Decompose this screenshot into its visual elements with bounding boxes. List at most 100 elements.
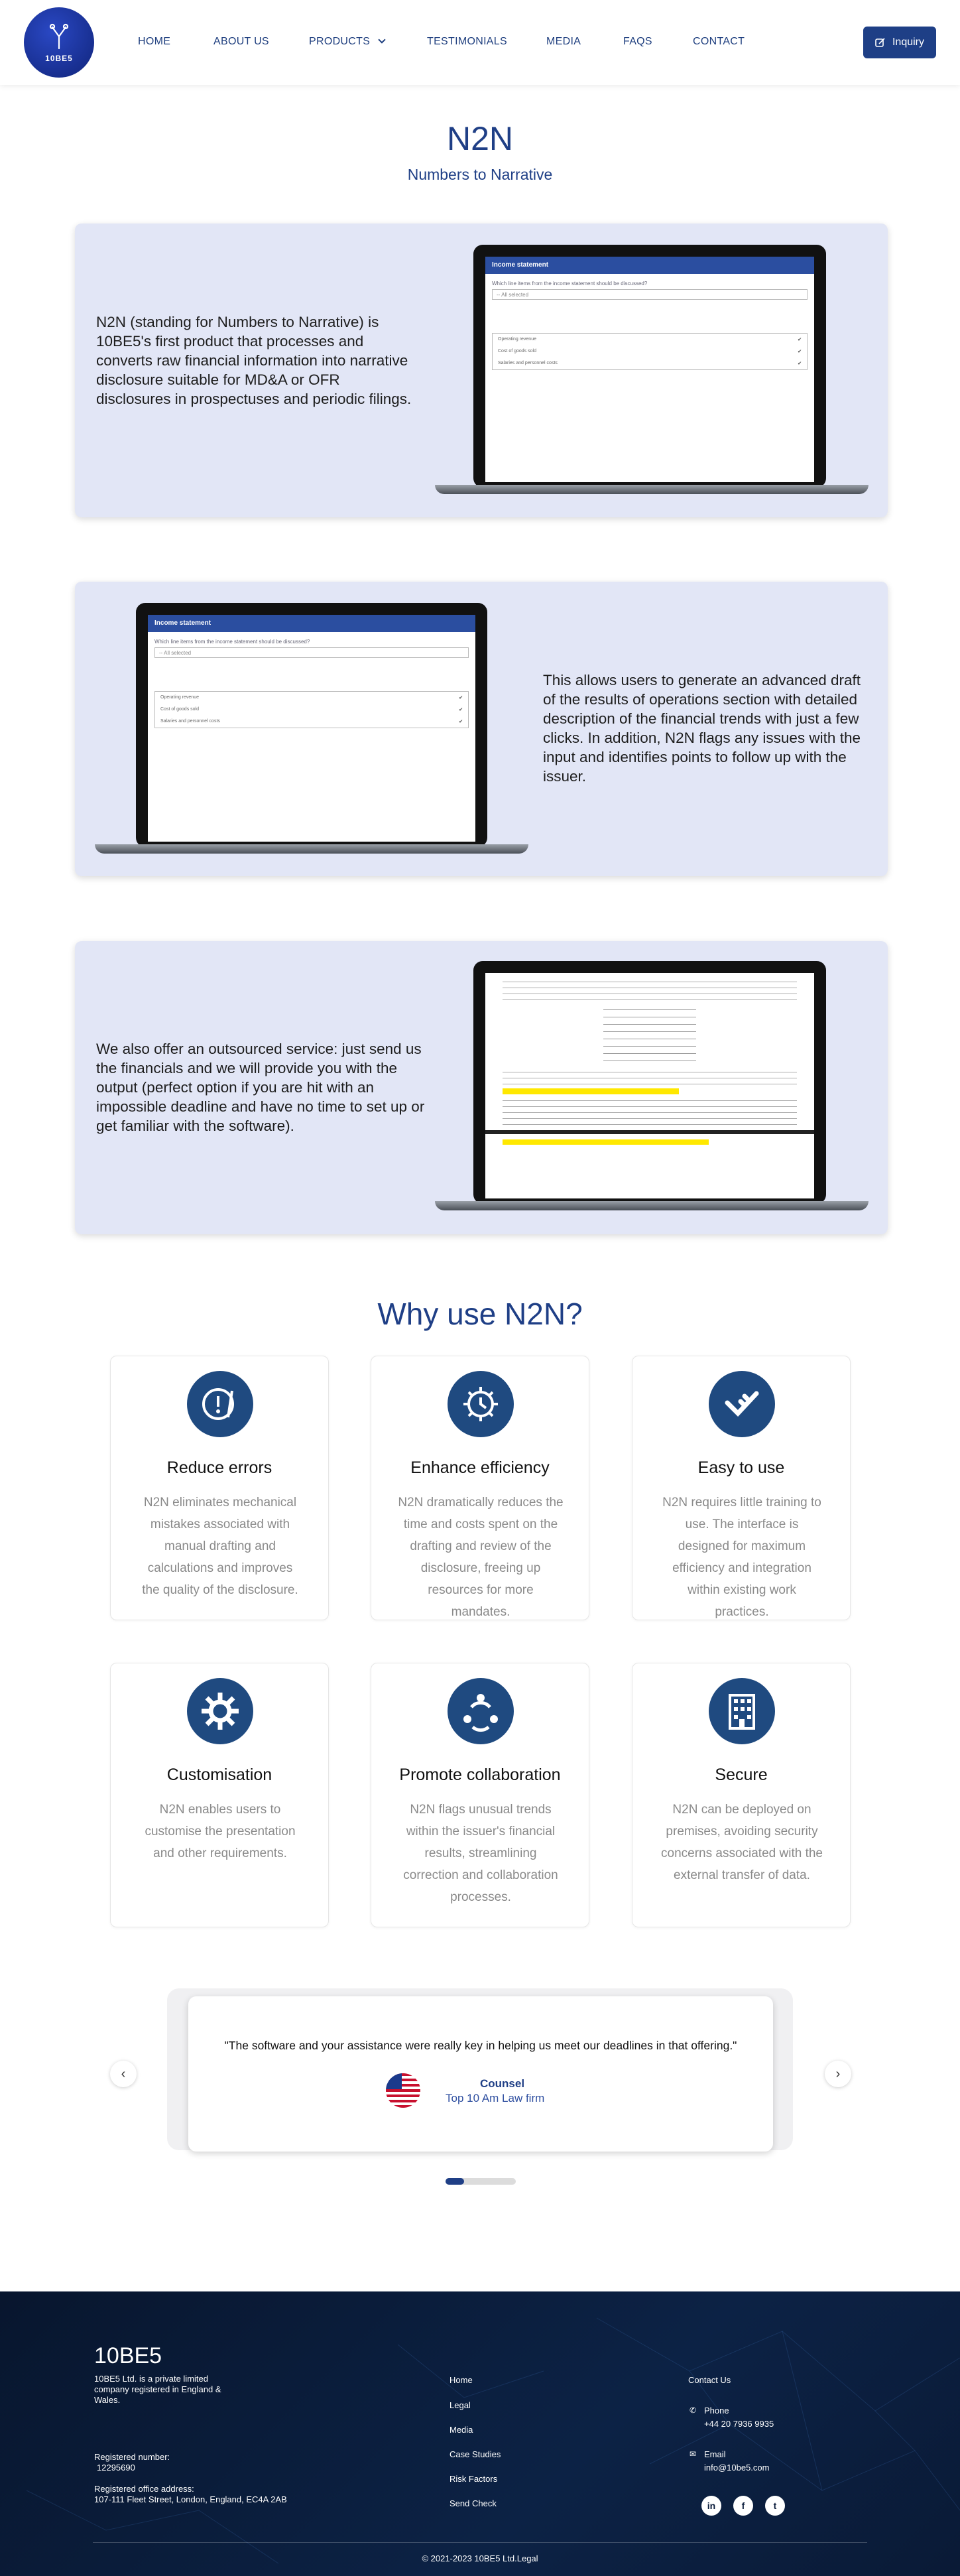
why-section-title: Why use N2N? [377,1297,583,1331]
chevron-down-icon [378,36,386,44]
alert-icon [187,1371,253,1437]
footer-office-address: 107-111 Fleet Street, London, England, E… [94,2494,287,2504]
mockup-option: Salaries and personnel costs ✔ [160,719,463,724]
cog-icon [187,1678,253,1744]
income-statement-screen: Income statement Which line items from t… [485,257,814,482]
footer-office-label: Registered office address: [94,2484,194,2494]
footer-email-label: Email [704,2449,726,2459]
footer-phone-label: Phone [704,2406,729,2415]
page-title: N2N [446,120,514,157]
feature-panel-1: N2N (standing for Numbers to Narrative) … [75,224,888,517]
edit-icon [875,38,885,47]
mockup-dropdown: -- All selected [492,289,808,300]
building-icon [709,1678,775,1744]
benefit-card-reduce-errors: Reduce errors N2N eliminates mechanical … [110,1356,329,1620]
feature-panel-2: Income statement Which line items from t… [75,582,888,876]
footer-divider [93,2542,867,2543]
logo-text: 10BE5 [45,54,73,63]
mockup-dropdown: -- All selected [154,647,469,658]
mockup-option: Operating revenue ✔ [160,695,463,700]
footer-reg-number: 12295690 [97,2463,135,2473]
benefit-card-customisation: Customisation N2N enables users to custo… [110,1663,329,1927]
company-logo[interactable]: 10BE5 [24,7,94,78]
card-description: N2N dramatically reduces the time and co… [398,1496,564,1619]
twitter-icon[interactable]: t [765,2496,785,2516]
laptop-mockup-1: Income statement Which line items from t… [435,245,869,497]
testimonial-author: Counsel [480,2077,525,2090]
footer-link-risk-factors[interactable]: Risk Factors [450,2474,497,2484]
card-title: Easy to use [697,1458,785,1477]
mockup-options: Operating revenue ✔ Cost of goods sold ✔ S… [154,691,469,728]
footer-brand: 10BE5 [94,2343,162,2368]
footer-link-send-check[interactable]: Send Check [450,2498,497,2508]
carousel-next-button[interactable]: › [825,2061,851,2087]
email-icon: ✉ [690,2449,697,2459]
income-statement-bar: Income statement [148,615,475,632]
mockup-option: Operating revenue ✔ [498,337,802,342]
footer-link-media[interactable]: Media [450,2425,473,2435]
card-description: N2N flags unusual trends within the issu… [403,1803,558,1904]
top-navbar: 10BE5 HOME ABOUT US PRODUCTS TESTIMONIAL… [0,0,960,85]
nav-contact[interactable]: CONTACT [693,36,745,48]
income-statement-screen: Income statement Which line items from t… [148,615,475,842]
testimonial-card: "The software and your assistance were r… [188,1996,773,2152]
network-background-graphic [26,2317,960,2564]
nav-testimonials[interactable]: TESTIMONIALS [427,36,507,48]
card-title: Reduce errors [166,1458,272,1477]
card-title: Promote collaboration [399,1766,561,1784]
chevron-left-icon: ‹ [121,2066,126,2081]
footer-email[interactable]: info@10be5.com [704,2463,769,2473]
carousel-active-dot [446,2178,464,2185]
income-statement-bar: Income statement [485,257,814,274]
footer-contact-title: Contact Us [688,2375,731,2385]
mockup-question: Which line items from the income stateme… [492,281,648,287]
benefit-card-easy-to-use: Easy to use N2N requires little training… [632,1356,851,1620]
gear-clock-icon [448,1371,514,1437]
generated-document-screen [485,973,814,1198]
inquiry-button[interactable]: Inquiry [863,27,936,58]
card-description: N2N eliminates mechanical mistakes assoc… [142,1496,298,1597]
footer-link-case-studies[interactable]: Case Studies [450,2449,501,2459]
footer-link-home[interactable]: Home [450,2375,473,2385]
mockup-question: Which line items from the income stateme… [154,639,310,645]
card-description: N2N requires little training to use. The… [662,1496,821,1619]
footer-reg-label: Registered number: [94,2452,170,2462]
footer-phone[interactable]: +44 20 7936 9935 [704,2419,774,2429]
laptop-mockup-3 [435,961,869,1213]
carousel-prev-button[interactable]: ‹ [110,2061,137,2087]
panel-1-text: N2N (standing for Numbers to Narrative) … [96,314,412,407]
check-icon [709,1371,775,1437]
panel-3-text: We also offer an outsourced service: jus… [96,1041,425,1134]
feature-panel-3: We also offer an outsourced service: jus… [75,941,888,1234]
linkedin-icon[interactable]: in [701,2496,721,2516]
benefit-card-enhance-efficiency: Enhance efficiency N2N dramatically redu… [371,1356,589,1620]
nav-products[interactable]: PRODUCTS [309,36,386,48]
collaboration-icon [448,1678,514,1744]
testimonial-quote: "The software and your assistance were r… [224,2039,737,2052]
document-preview [485,973,814,1198]
laptop-mockup-2: Income statement Which line items from t… [95,603,528,855]
nav-about-us[interactable]: ABOUT US [213,36,269,48]
nav-faqs[interactable]: FAQS [623,36,652,48]
carousel-pagination[interactable] [446,2178,516,2185]
benefit-card-secure: Secure N2N can be deployed on premises, … [632,1663,851,1927]
phone-icon: ✆ [690,2406,697,2415]
facebook-icon[interactable]: f [733,2496,753,2516]
nav-home[interactable]: HOME [138,36,170,48]
footer-company-blurb: 10BE5 Ltd. is a private limited company … [94,2374,221,2405]
mockup-option: Cost of goods sold ✔ [498,349,802,354]
chevron-right-icon: › [835,2066,841,2081]
mockup-options: Operating revenue ✔ Cost of goods sold ✔ S… [492,333,808,370]
footer-copyright: © 2021-2023 10BE5 Ltd.Legal [422,2553,538,2563]
testimonial-organization: Top 10 Am Law firm [446,2092,545,2104]
page-subtitle: Numbers to Narrative [407,166,553,183]
card-title: Enhance efficiency [410,1458,550,1477]
inquiry-label: Inquiry [892,36,925,48]
social-links: in f t [701,2496,785,2516]
benefit-card-promote-collaboration: Promote collaboration N2N flags unusual … [371,1663,589,1927]
nav-products-label: PRODUCTS [309,36,371,47]
nav-media[interactable]: MEDIA [546,36,581,48]
footer-link-legal[interactable]: Legal [450,2400,471,2410]
mockup-option: Cost of goods sold ✔ [160,707,463,712]
card-description: N2N can be deployed on premises, avoidin… [661,1803,823,1882]
